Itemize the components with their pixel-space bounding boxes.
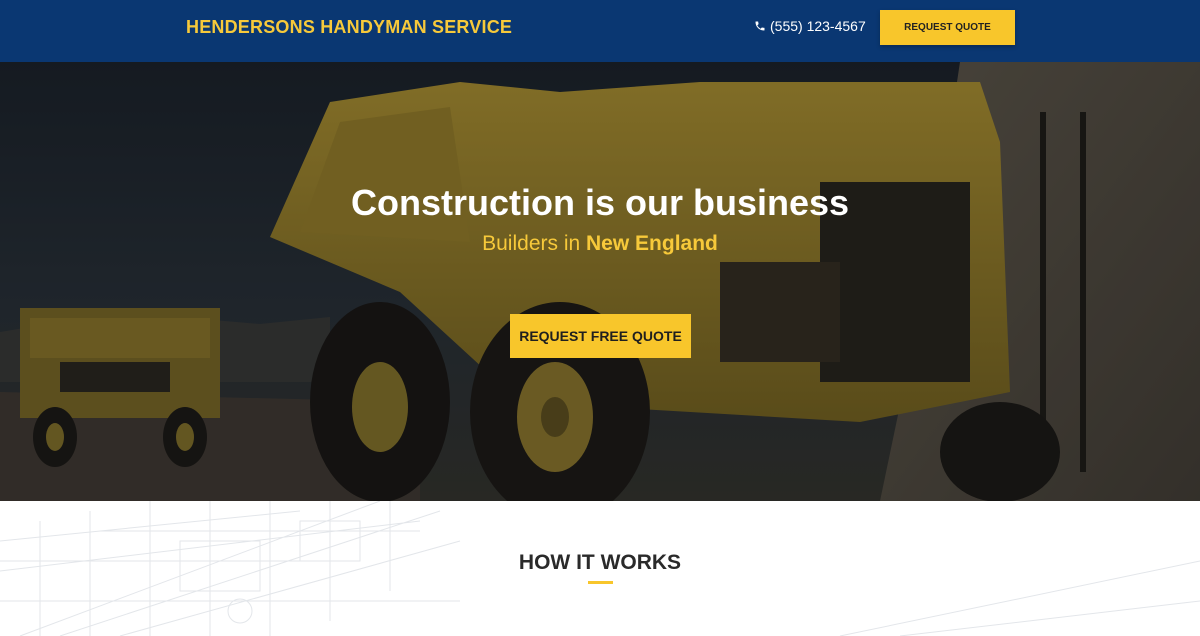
hero-subtitle-prefix: Builders in <box>482 232 587 255</box>
site-brand[interactable]: HENDERSONS HANDYMAN SERVICE <box>186 17 512 38</box>
how-it-works-title: HOW IT WORKS <box>518 551 682 574</box>
hero-title: Construction is our business <box>350 182 850 223</box>
hero-subtitle: Builders in New England <box>0 232 1200 256</box>
request-free-quote-button[interactable]: REQUEST FREE QUOTE <box>510 314 691 358</box>
hero-overlay <box>0 62 1200 501</box>
title-underline <box>588 581 613 584</box>
hero-subtitle-highlight: New England <box>586 232 718 255</box>
hero-section: Construction is our business Builders in… <box>0 62 1200 501</box>
phone-icon <box>754 20 766 32</box>
site-header: HENDERSONS HANDYMAN SERVICE (555) 123-45… <box>0 0 1200 62</box>
how-it-works-section: HOW IT WORKS <box>0 501 1200 636</box>
request-quote-button[interactable]: REQUEST QUOTE <box>880 10 1015 45</box>
phone-number: (555) 123-4567 <box>770 18 866 34</box>
phone-link[interactable]: (555) 123-4567 <box>754 18 866 34</box>
